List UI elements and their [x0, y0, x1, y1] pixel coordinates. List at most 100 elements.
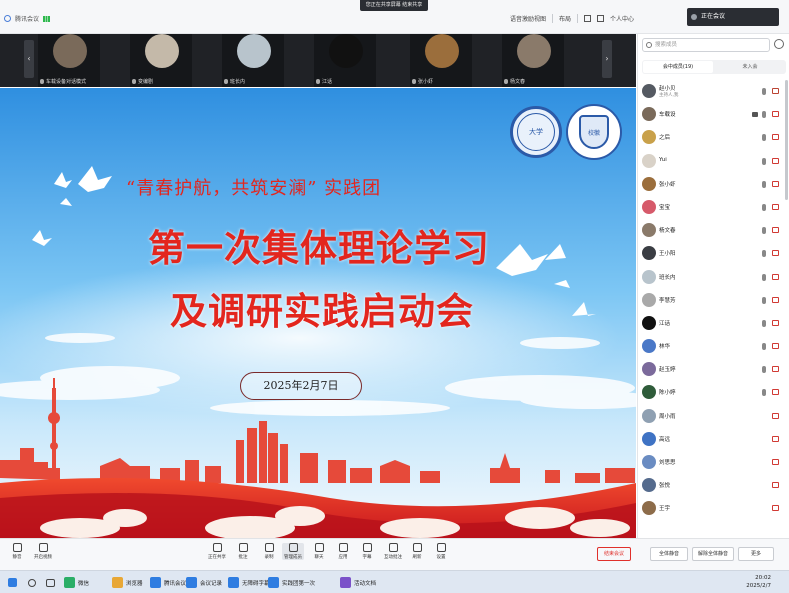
participant-row[interactable]: 赵玉婷 [638, 358, 789, 381]
user-center-button[interactable]: 个人中心 [610, 14, 634, 23]
view-mode-button[interactable]: 语音激励视图 [510, 14, 546, 23]
video-tile[interactable]: 张小虾 [410, 34, 472, 87]
participant-row[interactable]: 周小雨 [638, 405, 789, 428]
participant-row[interactable]: 江话 [638, 312, 789, 335]
taskbar-app[interactable]: 会议记录 [186, 575, 222, 590]
chat-button[interactable]: 聊天 [308, 543, 330, 560]
start-button[interactable] [8, 575, 17, 590]
camera-off-icon[interactable] [772, 227, 779, 234]
camera-off-icon[interactable] [772, 88, 779, 94]
camera-off-icon[interactable] [772, 157, 779, 164]
participant-scrollbar[interactable] [785, 80, 788, 200]
annotate-button[interactable]: 批注 [232, 543, 254, 560]
mic-icon[interactable] [762, 227, 766, 235]
end-meeting-button[interactable]: 结束会议 [597, 547, 631, 561]
camera-off-icon[interactable] [772, 412, 779, 419]
participant-row[interactable]: 张小虾 [638, 173, 789, 196]
invite-icon[interactable] [774, 39, 784, 49]
camera-off-icon[interactable] [772, 482, 779, 489]
captions-button[interactable]: 字幕 [356, 543, 378, 560]
mute-all-button[interactable]: 全体静音 [650, 547, 688, 561]
pip-icon[interactable] [597, 15, 605, 22]
participant-row[interactable]: Yui [638, 150, 789, 173]
camera-off-icon[interactable] [772, 111, 779, 118]
camera-off-icon[interactable] [772, 366, 779, 373]
interactive-annotate-button[interactable]: 互动批注 [382, 543, 404, 560]
participant-row[interactable]: 王宇 [638, 497, 789, 520]
layout-button[interactable]: 布局 [559, 14, 571, 23]
participant-row[interactable]: 陈小婷 [638, 381, 789, 404]
participant-row[interactable]: 林华 [638, 335, 789, 358]
taskbar-app[interactable]: 实践团第一次 [268, 575, 315, 590]
task-view-button[interactable] [46, 575, 55, 590]
taskbar-app[interactable]: 无障碍字幕 [228, 575, 270, 590]
info-icon[interactable] [4, 15, 11, 22]
participant-row[interactable]: 张悦 [638, 474, 789, 497]
more-options-button[interactable]: 更多 [738, 547, 774, 561]
record-button[interactable]: 录制 [258, 543, 280, 560]
mic-icon[interactable] [762, 319, 766, 327]
video-button[interactable]: 开启视频 [32, 543, 54, 560]
strip-next-button[interactable]: › [602, 40, 612, 78]
fullscreen-icon[interactable] [584, 15, 592, 22]
mic-icon[interactable] [762, 343, 766, 351]
search-input[interactable]: 搜索成员 [642, 38, 770, 52]
mic-icon[interactable] [762, 366, 766, 374]
video-tile[interactable]: 班长内 [222, 34, 284, 87]
participant-row[interactable]: 王小阳 [638, 242, 789, 265]
video-icon[interactable] [752, 112, 758, 118]
participant-row[interactable]: 李慧芳 [638, 289, 789, 312]
mic-icon[interactable] [762, 296, 766, 304]
taskbar-app[interactable]: 腾讯会议 [150, 575, 186, 590]
mic-icon[interactable] [762, 157, 766, 165]
participant-row[interactable]: 高远 [638, 428, 789, 451]
mic-icon[interactable] [762, 111, 766, 119]
taskbar-app[interactable]: 微信 [64, 575, 89, 590]
camera-off-icon[interactable] [772, 435, 779, 442]
camera-off-icon[interactable] [772, 180, 779, 187]
participant-row[interactable]: 车载设 [638, 103, 789, 126]
mic-icon[interactable] [762, 203, 766, 211]
camera-off-icon[interactable] [772, 343, 779, 350]
mic-icon[interactable] [762, 134, 766, 142]
camera-off-icon[interactable] [772, 319, 779, 326]
participant-row[interactable]: 杨文春 [638, 219, 789, 242]
refresh-button[interactable]: 刷新 [406, 543, 428, 560]
mic-icon[interactable] [762, 250, 766, 258]
manage-members-button[interactable]: 管理成员 [282, 543, 304, 560]
share-status-banner[interactable]: 您正在共享屏幕 结束共享 [360, 0, 428, 11]
system-clock[interactable]: 20:02 2025/2/7 [746, 574, 771, 590]
share-button[interactable]: 正在共享 [206, 543, 228, 560]
mic-icon[interactable] [762, 389, 766, 397]
camera-off-icon[interactable] [772, 273, 779, 280]
participant-row[interactable]: 刘思思 [638, 451, 789, 474]
video-tile[interactable]: 变编剧 [130, 34, 192, 87]
camera-off-icon[interactable] [772, 134, 779, 141]
tab-not-joined[interactable]: 未入会 [715, 61, 785, 73]
camera-off-icon[interactable] [772, 389, 779, 396]
taskbar-app[interactable]: 浏览器 [112, 575, 143, 590]
participant-row[interactable]: 赵小贝 主持人,我 [638, 80, 789, 103]
camera-off-icon[interactable] [772, 203, 779, 210]
camera-off-icon[interactable] [772, 250, 779, 257]
mic-icon[interactable] [762, 180, 766, 188]
taskbar-app[interactable]: 活动文档 [340, 575, 376, 590]
apps-button[interactable]: 应用 [332, 543, 354, 560]
tab-in-meeting[interactable]: 会中成员(19) [643, 61, 713, 73]
mic-icon[interactable] [762, 88, 766, 95]
settings-button[interactable]: 设置 [430, 543, 452, 560]
camera-off-icon[interactable] [772, 459, 779, 465]
participant-row[interactable]: 之后 [638, 126, 789, 149]
video-tile[interactable]: 杨文春 [502, 34, 564, 87]
mic-icon[interactable] [762, 273, 766, 281]
participant-row[interactable]: 班长内 [638, 266, 789, 289]
notification-popup[interactable]: 正在会议 [687, 8, 779, 26]
taskbar-search[interactable] [28, 575, 36, 590]
strip-prev-button[interactable]: ‹ [24, 40, 34, 78]
camera-off-icon[interactable] [772, 505, 779, 512]
video-tile[interactable]: 车载设备对话模式 [38, 34, 100, 87]
participant-row[interactable]: 宝宝 [638, 196, 789, 219]
unmute-all-button[interactable]: 解除全体静音 [692, 547, 734, 561]
camera-off-icon[interactable] [772, 296, 779, 303]
video-tile[interactable]: 江话 [314, 34, 376, 87]
